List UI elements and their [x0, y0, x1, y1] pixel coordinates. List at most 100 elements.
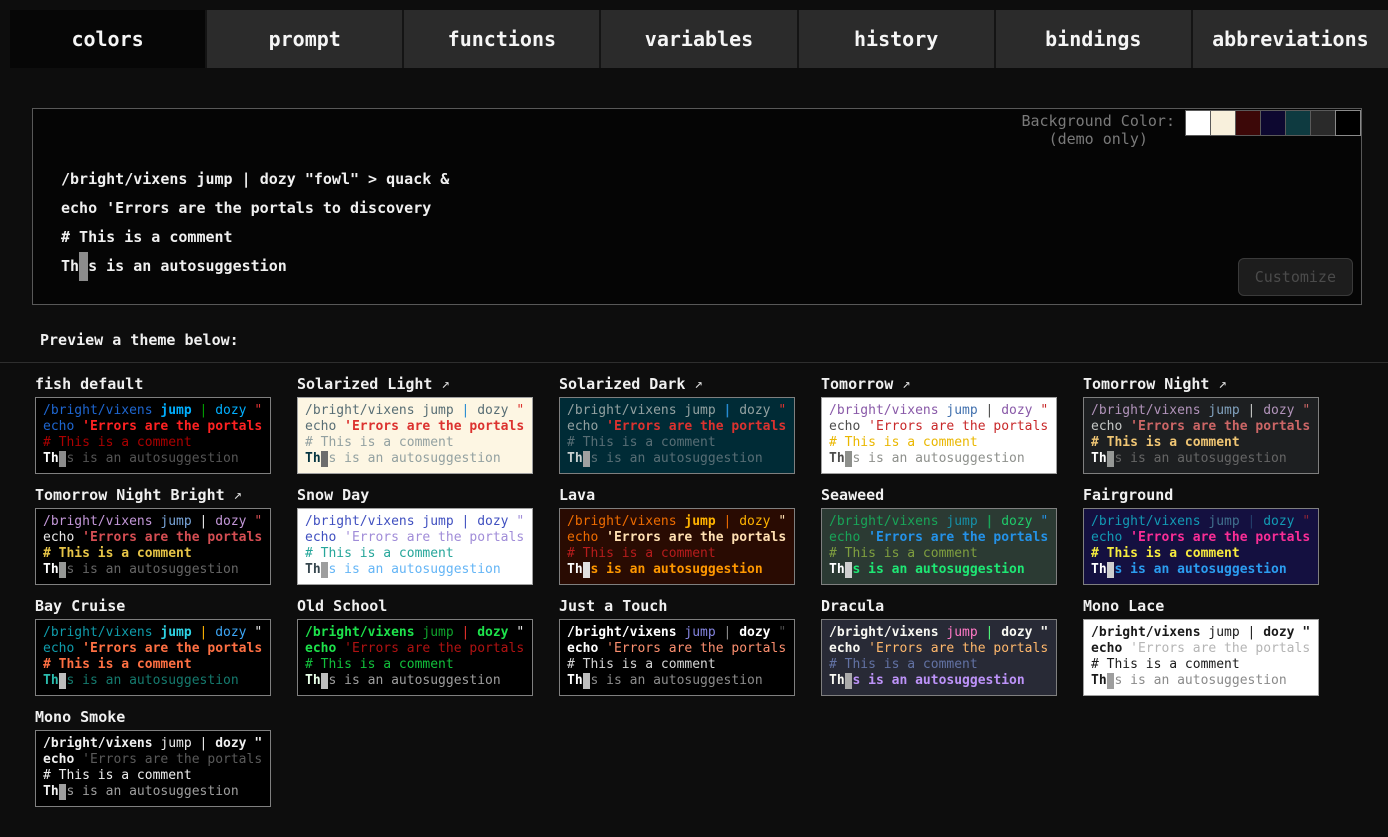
token-path: /bright/vixens	[1091, 403, 1208, 418]
token-pipe: |	[242, 170, 260, 188]
token-quote: "fowl" > quack &	[516, 625, 525, 640]
token-path: /bright/vixens	[1091, 625, 1208, 640]
token-autosuggestion: s is an autosuggestion	[1114, 451, 1286, 466]
external-link-icon[interactable]: ↗	[441, 376, 449, 392]
token-error: 'Errors are the portals to discovery	[344, 530, 525, 545]
token-autosuggestion: s is an autosuggestion	[1114, 562, 1286, 577]
token-command2: dozy	[739, 403, 778, 418]
bg-swatch-dark-navy[interactable]	[1260, 110, 1286, 136]
token-pipe: |	[1248, 625, 1264, 640]
token-error: 'Errors are the portals to discovery	[344, 641, 525, 656]
token-error: 'Errors are the portals to discovery	[868, 419, 1049, 434]
theme-card-just-a-touch[interactable]: /bright/vixens jump | dozy "fowl" > quac…	[559, 619, 795, 696]
token-command2: dozy	[1001, 403, 1040, 418]
theme-name-label: Tomorrow Night	[1083, 375, 1209, 393]
token-command: echo	[1091, 641, 1130, 656]
token-quote: "fowl" > quack &	[254, 625, 263, 640]
token-param: jump	[1208, 403, 1247, 418]
sample-line-command: /bright/vixens jump | dozy "fowl" > quac…	[305, 403, 525, 419]
theme-card-tomorrow-night[interactable]: /bright/vixens jump | dozy "fowl" > quac…	[1083, 397, 1319, 474]
theme-card-mono-smoke[interactable]: /bright/vixens jump | dozy "fowl" > quac…	[35, 730, 271, 807]
external-link-icon[interactable]: ↗	[1218, 376, 1226, 392]
sample-line-autosuggestion: This is an autosuggestion	[567, 451, 787, 467]
theme-card-seaweed[interactable]: /bright/vixens jump | dozy "fowl" > quac…	[821, 508, 1057, 585]
token-command: echo	[43, 752, 82, 767]
theme-card-fairground[interactable]: /bright/vixens jump | dozy "fowl" > quac…	[1083, 508, 1319, 585]
theme-card-solarized-dark[interactable]: /bright/vixens jump | dozy "fowl" > quac…	[559, 397, 795, 474]
sample-line-command: /bright/vixens jump | dozy "fowl" > quac…	[43, 403, 263, 419]
token-path: /bright/vixens	[567, 625, 684, 640]
tab-variables[interactable]: variables	[601, 10, 798, 68]
external-link-icon[interactable]: ↗	[234, 487, 242, 503]
token-comment: # This is a comment	[1091, 657, 1240, 672]
token-error: 'Errors are the portals to discovery	[1130, 641, 1311, 656]
tab-functions[interactable]: functions	[404, 10, 601, 68]
bg-swatch-black[interactable]	[1335, 110, 1361, 136]
token-quote: "fowl" > quack &	[516, 403, 525, 418]
tab-bindings[interactable]: bindings	[996, 10, 1193, 68]
tab-abbreviations[interactable]: abbreviations	[1193, 10, 1388, 68]
token-comment: # This is a comment	[1091, 546, 1240, 561]
token-command2: dozy	[215, 736, 254, 751]
token-command: echo	[305, 530, 344, 545]
token-comment: # This is a comment	[829, 546, 978, 561]
tab-colors[interactable]: colors	[10, 10, 207, 68]
theme-grid: fish default/bright/vixens jump | dozy "…	[0, 363, 1388, 807]
bg-swatch-dark-teal[interactable]	[1285, 110, 1311, 136]
theme-card-tomorrow[interactable]: /bright/vixens jump | dozy "fowl" > quac…	[821, 397, 1057, 474]
theme-name-label: Lava	[559, 486, 595, 504]
token-pipe: |	[724, 514, 740, 529]
token-param: jump	[946, 514, 985, 529]
token-typed: Th	[43, 562, 59, 577]
sample-line-comment: # This is a comment	[567, 435, 787, 451]
token-typed: Th	[61, 257, 79, 275]
token-path: /bright/vixens	[829, 514, 946, 529]
token-error: 'Errors are the portals to discovery	[1130, 419, 1311, 434]
token-quote: "fowl" > quack &	[778, 625, 787, 640]
token-quote: "fowl" > quack &	[305, 170, 450, 188]
bg-swatch-white[interactable]	[1185, 110, 1211, 136]
theme-card-old-school[interactable]: /bright/vixens jump | dozy "fowl" > quac…	[297, 619, 533, 696]
external-link-icon[interactable]: ↗	[694, 376, 702, 392]
theme-card-snow-day[interactable]: /bright/vixens jump | dozy "fowl" > quac…	[297, 508, 533, 585]
sample-line-comment: # This is a comment	[567, 657, 787, 673]
tab-bar: colorspromptfunctionsvariableshistorybin…	[10, 10, 1388, 68]
token-pipe: |	[200, 736, 216, 751]
sample-line-command: /bright/vixens jump | dozy "fowl" > quac…	[829, 403, 1049, 419]
theme-title-tomorrow[interactable]: Tomorrow↗	[821, 373, 1057, 394]
tab-history[interactable]: history	[799, 10, 996, 68]
theme-card-solarized-light[interactable]: /bright/vixens jump | dozy "fowl" > quac…	[297, 397, 533, 474]
bg-swatch-dark-gray[interactable]	[1310, 110, 1336, 136]
tab-prompt[interactable]: prompt	[207, 10, 404, 68]
token-pipe: |	[724, 625, 740, 640]
token-error: 'Errors are the portals to discovery	[1130, 530, 1311, 545]
token-autosuggestion: s is an autosuggestion	[852, 673, 1024, 688]
token-command: echo	[1091, 419, 1130, 434]
token-path: /bright/vixens	[61, 170, 196, 188]
theme-title-tomorrow-night-bright[interactable]: Tomorrow Night Bright↗	[35, 484, 271, 505]
theme-card-fish-default[interactable]: /bright/vixens jump | dozy "fowl" > quac…	[35, 397, 271, 474]
theme-title-tomorrow-night[interactable]: Tomorrow Night ↗	[1083, 373, 1319, 394]
token-command2: dozy	[215, 625, 254, 640]
external-link-icon[interactable]: ↗	[902, 376, 910, 392]
bg-swatch-cream[interactable]	[1210, 110, 1236, 136]
theme-card-mono-lace[interactable]: /bright/vixens jump | dozy "fowl" > quac…	[1083, 619, 1319, 696]
token-pipe: |	[200, 403, 216, 418]
theme-title-solarized-dark[interactable]: Solarized Dark↗	[559, 373, 795, 394]
token-path: /bright/vixens	[43, 625, 160, 640]
token-command2: dozy	[739, 625, 778, 640]
theme-title-solarized-light[interactable]: Solarized Light↗	[297, 373, 533, 394]
token-error: 'Errors are the portals to discovery	[606, 641, 787, 656]
theme-card-lava[interactable]: /bright/vixens jump | dozy "fowl" > quac…	[559, 508, 795, 585]
theme-cell-solarized-light: Solarized Light↗ /bright/vixens jump | do…	[297, 373, 533, 474]
token-quote: "fowl" > quack &	[1302, 625, 1311, 640]
theme-card-dracula[interactable]: /bright/vixens jump | dozy "fowl" > quac…	[821, 619, 1057, 696]
theme-cell-tomorrow-night: Tomorrow Night ↗ /bright/vixens jump | doz…	[1083, 373, 1319, 474]
sample-line-autosuggestion: This is an autosuggestion	[829, 451, 1049, 467]
theme-card-bay-cruise[interactable]: /bright/vixens jump | dozy "fowl" > quac…	[35, 619, 271, 696]
theme-title-mono-smoke: Mono Smoke	[35, 706, 271, 727]
customize-button[interactable]: Customize	[1238, 258, 1353, 296]
bg-swatch-dark-maroon[interactable]	[1235, 110, 1261, 136]
sample-line-error: echo 'Errors are the portals to discover…	[829, 419, 1049, 435]
theme-card-tomorrow-night-bright[interactable]: /bright/vixens jump | dozy "fowl" > quac…	[35, 508, 271, 585]
